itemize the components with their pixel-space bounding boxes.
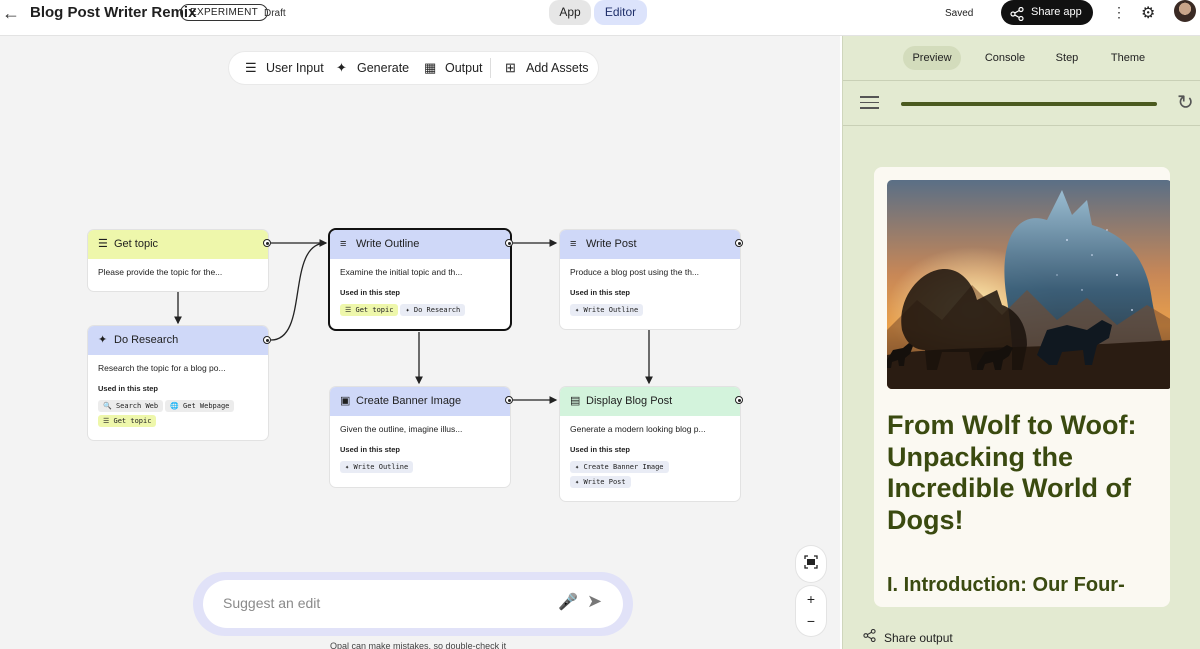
send-icon[interactable]: ➤ [587,591,602,612]
output-port[interactable] [263,336,271,344]
back-arrow-icon[interactable]: ← [2,4,20,22]
app-title: Blog Post Writer Remix [30,4,197,21]
node-title: Display Blog Post [586,395,673,407]
user-input-icon: ☰ [98,238,108,250]
display-icon: ▤ [570,395,581,407]
gear-icon[interactable]: ⚙ [1141,3,1155,23]
saved-status: Saved [945,8,974,19]
blog-preview-card: From Wolf to Woof: Unpacking the Incredi… [874,167,1170,607]
chip-write-outline: ✦ Write Outline [340,461,414,473]
chip-get-topic: ☰ Get topic [98,415,157,427]
progress-fill [901,102,1157,106]
node-get-topic[interactable]: ☰ Get topic Please provide the topic for … [88,230,268,291]
editor-canvas[interactable]: ☰ User Input ✦ Generate ▦ Output ⊞ Add Asset… [0,36,840,649]
node-description: Research the topic for a blog po... [98,363,226,373]
fit-view-button[interactable] [796,546,826,582]
node-display-blog-post[interactable]: ▤ Display Blog Post Generate a modern loo… [560,387,740,501]
fit-screen-icon [804,555,818,569]
output-port[interactable] [505,396,513,404]
text-generate-icon: ≡ [570,238,577,250]
draft-status: Draft [264,8,286,19]
chip-write-post: ✦ Write Post [570,476,631,488]
node-description: Please provide the topic for the... [98,267,223,277]
chip-search-web: 🔍 Search Web [98,400,164,412]
output-port[interactable] [505,239,513,247]
node-title: Create Banner Image [356,395,462,407]
banner-image [887,180,1170,389]
node-do-research[interactable]: ✦ Do Research Research the topic for a bl… [88,326,268,440]
share-output-button[interactable]: Share output [863,628,953,645]
suggest-placeholder: Suggest an edit [223,595,321,611]
node-title: Write Post [586,238,637,250]
node-title: Do Research [114,334,179,346]
node-title: Get topic [114,238,159,250]
node-description: Examine the initial topic and th... [340,267,463,277]
avatar[interactable] [1174,0,1196,22]
node-create-banner-image[interactable]: ▣ Create Banner Image Given the outline, … [330,387,510,487]
share-app-button[interactable]: Share app [1001,0,1093,25]
output-port[interactable] [263,239,271,247]
zoom-in-button[interactable]: + [796,590,826,608]
tab-editor[interactable]: Editor [594,0,647,25]
suggest-edit-input[interactable]: Suggest an edit 🎤 ➤ [203,580,623,628]
blog-title: From Wolf to Woof: Unpacking the Incredi… [887,410,1137,535]
chip-do-research: ✦ Do Research [400,304,466,316]
tab-console[interactable]: Console [977,46,1033,70]
text-generate-icon: ≡ [340,238,347,250]
share-icon [863,628,876,645]
chip-get-webpage: 🌐 Get Webpage [165,400,235,412]
share-icon [1010,6,1024,31]
experiment-badge: EXPERIMENT [180,4,269,21]
node-description: Generate a modern looking blog p... [570,424,706,434]
used-in-step-label: Used in this step [340,288,401,297]
progress-track [901,102,1157,106]
sparkle-icon: ✦ [98,334,108,346]
chip-get-topic: ☰ Get topic [340,304,399,316]
tab-step[interactable]: Step [1046,46,1088,70]
used-in-step-label: Used in this step [98,384,159,393]
tab-preview[interactable]: Preview [903,46,961,70]
preview-tabs: Preview Console Step Theme [843,36,1200,81]
node-write-outline[interactable]: ≡ Write Outline Examine the initial topic… [330,230,510,329]
node-description: Given the outline, imagine illus... [340,424,463,434]
mic-icon[interactable]: 🎤 [558,592,578,612]
restart-icon[interactable]: ↻ [1177,90,1194,115]
run-progress-bar: ↻ [843,82,1200,126]
zoom-controls: + − [796,586,826,636]
output-port[interactable] [735,396,743,404]
top-bar: ← Blog Post Writer Remix EXPERIMENT Draf… [0,0,1200,36]
tab-app[interactable]: App [549,0,591,25]
disclaimer-text: Opal can make mistakes, so double-check … [330,641,507,649]
suggest-edit-bar: Suggest an edit 🎤 ➤ [193,572,633,636]
tab-theme[interactable]: Theme [1106,46,1150,70]
blog-section-heading: I. Introduction: Our Four- [887,574,1125,596]
image-generate-icon: ▣ [340,395,351,407]
node-title: Write Outline [356,238,420,250]
edge-do-research-write-outline [270,242,327,341]
chip-create-banner-image: ✦ Create Banner Image [570,461,669,473]
node-description: Produce a blog post using the th... [570,267,700,277]
menu-icon[interactable] [860,96,879,110]
share-app-label: Share app [1031,6,1082,18]
output-port[interactable] [735,239,743,247]
used-in-step-label: Used in this step [570,288,631,297]
used-in-step-label: Used in this step [340,445,401,454]
used-in-step-label: Used in this step [570,445,631,454]
preview-panel: Preview Console Step Theme ↻ From Wolf t… [842,36,1200,649]
node-write-post[interactable]: ≡ Write Post Produce a blog post using th… [560,230,740,329]
chip-write-outline: ✦ Write Outline [570,304,644,316]
share-output-label: Share output [884,631,953,645]
more-vert-icon[interactable]: ⋮ [1112,4,1126,21]
zoom-out-button[interactable]: − [796,612,826,630]
